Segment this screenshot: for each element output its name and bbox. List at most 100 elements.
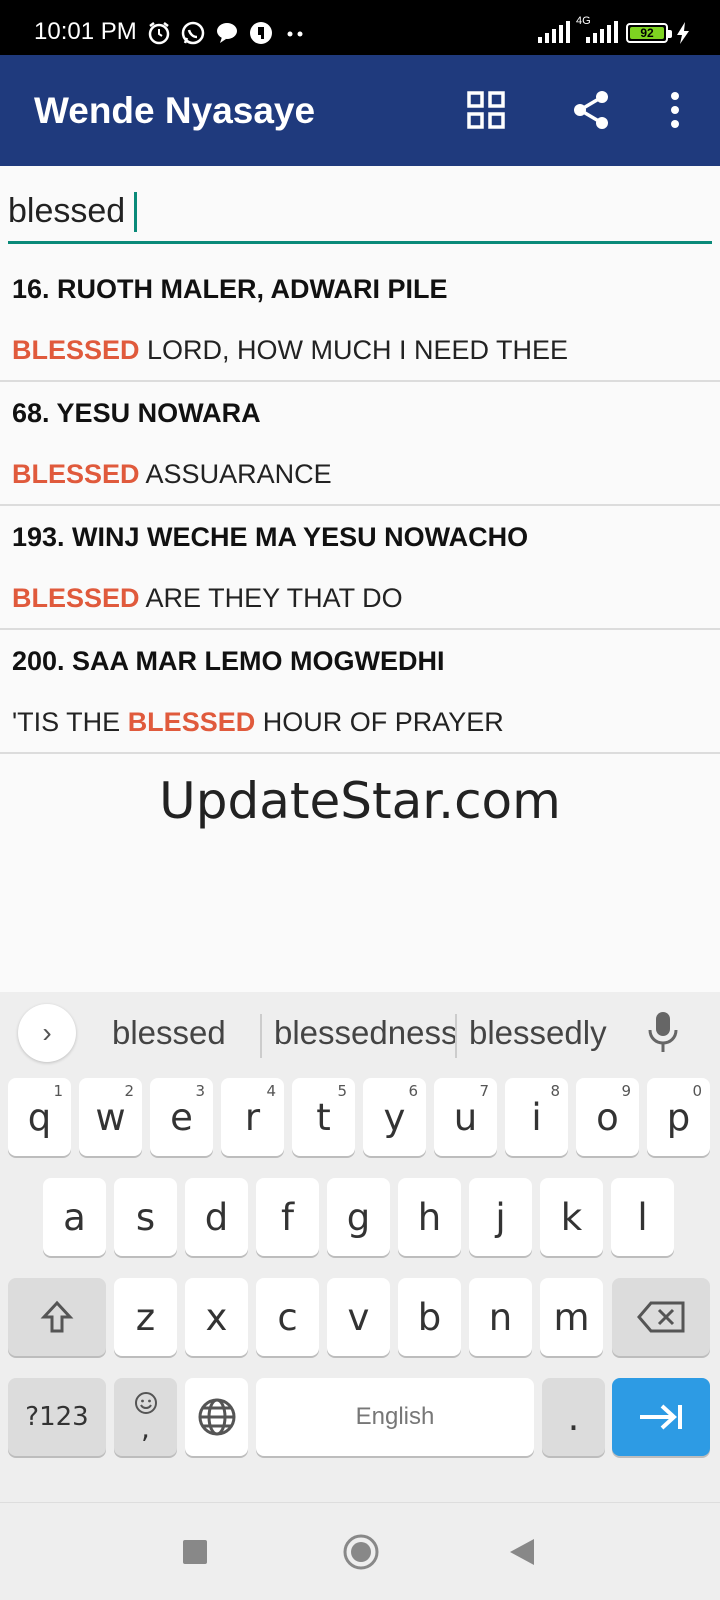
key-n-label: n — [488, 1295, 513, 1339]
shift-key[interactable] — [8, 1278, 106, 1356]
share-button[interactable] — [566, 85, 616, 135]
tab-next-icon — [640, 1404, 682, 1430]
result-highlight: BLESSED — [127, 707, 256, 737]
key-s[interactable]: s — [114, 1178, 177, 1256]
key-e[interactable]: e3 — [150, 1078, 213, 1156]
key-w-hint: 2 — [124, 1082, 134, 1100]
key-s-label: s — [135, 1195, 156, 1239]
search-field[interactable] — [8, 186, 712, 244]
results-list: 16. RUOTH MALER, ADWARI PILE BLESSED LORD… — [0, 258, 720, 754]
key-v[interactable]: v — [327, 1278, 390, 1356]
status-right: 4G 92 — [536, 15, 690, 48]
grid-view-button[interactable] — [461, 85, 511, 135]
comma-label: , — [141, 1412, 150, 1445]
result-highlight: BLESSED — [12, 459, 140, 489]
key-t-label: t — [316, 1095, 331, 1139]
space-key[interactable]: English — [256, 1378, 534, 1456]
enter-key[interactable] — [612, 1378, 710, 1456]
battery-icon: 92 — [626, 23, 672, 43]
alarm-icon — [148, 22, 170, 45]
overflow-menu-button[interactable] — [650, 85, 700, 135]
key-p-hint: 0 — [692, 1082, 702, 1100]
key-k[interactable]: k — [540, 1178, 603, 1256]
backspace-key[interactable] — [612, 1278, 710, 1356]
key-f-label: f — [280, 1195, 295, 1239]
home-button[interactable] — [342, 1533, 380, 1571]
key-u[interactable]: u7 — [434, 1078, 497, 1156]
key-l[interactable]: l — [611, 1178, 674, 1256]
search-input[interactable] — [8, 186, 712, 236]
result-subtitle: BLESSED LORD, HOW MUCH I NEED THEE — [12, 335, 568, 366]
key-u-hint: 7 — [479, 1082, 489, 1100]
key-d-label: d — [204, 1195, 229, 1239]
key-d[interactable]: d — [185, 1178, 248, 1256]
result-item[interactable]: 193. WINJ WECHE MA YESU NOWACHO BLESSED A… — [0, 506, 720, 630]
result-title: 16. RUOTH MALER, ADWARI PILE — [12, 274, 448, 304]
key-o[interactable]: o9 — [576, 1078, 639, 1156]
key-j[interactable]: j — [469, 1178, 532, 1256]
emoji-comma-key[interactable]: , — [114, 1378, 177, 1456]
key-h-label: h — [417, 1195, 442, 1239]
suggestion-3[interactable]: blessedly — [469, 1014, 607, 1052]
keyboard: › blessed blessedness blessedly q1w2e3r4… — [0, 992, 720, 1502]
key-a-label: a — [63, 1195, 86, 1239]
chevron-right-icon: › — [42, 1017, 52, 1048]
key-m[interactable]: m — [540, 1278, 603, 1356]
key-v-label: v — [347, 1295, 370, 1339]
key-b[interactable]: b — [398, 1278, 461, 1356]
signal-icon — [538, 21, 570, 43]
key-c-label: c — [277, 1295, 298, 1339]
result-title: 68. YESU NOWARA — [12, 398, 261, 428]
battery-level: 92 — [630, 27, 664, 39]
key-c[interactable]: c — [256, 1278, 319, 1356]
app-title: Wende Nyasaye — [34, 90, 316, 131]
language-key[interactable] — [185, 1378, 248, 1456]
result-subtitle: 'TIS THE BLESSED HOUR OF PRAYER — [12, 707, 504, 738]
key-e-label: e — [170, 1095, 193, 1139]
key-p[interactable]: p0 — [647, 1078, 710, 1156]
result-item[interactable]: 16. RUOTH MALER, ADWARI PILE BLESSED LORD… — [0, 258, 720, 382]
key-h[interactable]: h — [398, 1178, 461, 1256]
recents-button[interactable] — [182, 1539, 208, 1565]
key-x[interactable]: x — [185, 1278, 248, 1356]
suggestion-2[interactable]: blessedness — [274, 1014, 457, 1052]
key-r[interactable]: r4 — [221, 1078, 284, 1156]
back-button[interactable] — [508, 1537, 536, 1567]
status-bar: 10:01 PM 4G 92 — [0, 0, 720, 55]
key-z[interactable]: z — [114, 1278, 177, 1356]
watermark: UpdateStar.com — [159, 772, 561, 830]
share-icon — [574, 91, 608, 129]
key-w[interactable]: w2 — [79, 1078, 142, 1156]
backspace-icon — [637, 1301, 685, 1333]
microphone-icon[interactable] — [646, 1010, 680, 1054]
globe-icon — [198, 1398, 235, 1436]
app-notification-icon — [250, 22, 272, 44]
key-m-label: m — [553, 1295, 590, 1339]
suggestion-1[interactable]: blessed — [112, 1014, 226, 1052]
period-key[interactable]: . — [542, 1378, 605, 1456]
result-highlight: BLESSED — [12, 335, 140, 365]
key-i[interactable]: i8 — [505, 1078, 568, 1156]
key-y[interactable]: y6 — [363, 1078, 426, 1156]
key-t[interactable]: t5 — [292, 1078, 355, 1156]
key-n[interactable]: n — [469, 1278, 532, 1356]
expand-toolbar-button[interactable]: › — [18, 1004, 76, 1062]
key-u-label: u — [453, 1095, 478, 1139]
key-o-label: o — [596, 1095, 619, 1139]
key-p-label: p — [666, 1095, 691, 1139]
key-q[interactable]: q1 — [8, 1078, 71, 1156]
key-x-label: x — [205, 1295, 228, 1339]
result-item[interactable]: 200. SAA MAR LEMO MOGWEDHI 'TIS THE BLESS… — [0, 630, 720, 754]
key-y-hint: 6 — [408, 1082, 418, 1100]
key-a[interactable]: a — [43, 1178, 106, 1256]
result-item[interactable]: 68. YESU NOWARA BLESSED ASSUARANCE — [0, 382, 720, 506]
symbols-key[interactable]: ?123 — [8, 1378, 106, 1456]
key-l-label: l — [637, 1195, 648, 1239]
period-key-label: . — [567, 1395, 580, 1439]
key-g[interactable]: g — [327, 1178, 390, 1256]
key-j-label: j — [495, 1195, 506, 1239]
key-f[interactable]: f — [256, 1178, 319, 1256]
key-o-hint: 9 — [621, 1082, 631, 1100]
key-q-label: q — [27, 1095, 52, 1139]
key-i-hint: 8 — [550, 1082, 560, 1100]
